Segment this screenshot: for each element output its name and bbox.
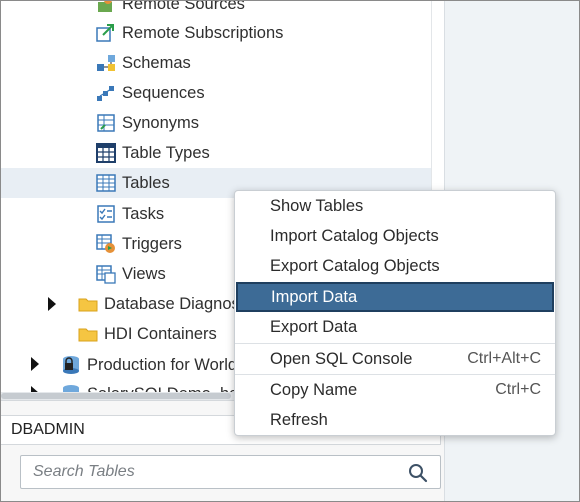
schemas-icon [96,53,116,73]
menu-item-export-catalog-objects[interactable]: Export Catalog Objects [235,251,555,281]
menu-item-open-sql-console[interactable]: Open SQL Console Ctrl+Alt+C [235,344,555,374]
menu-item-label: Open SQL Console [270,349,413,368]
views-icon [96,264,116,284]
menu-item-shortcut: Ctrl+C [495,381,541,398]
tree-node-hdi-containers[interactable]: HDI Containers [78,319,217,349]
tree-node-remote-subscriptions[interactable]: Remote Subscriptions [96,18,283,48]
search-icon[interactable] [408,463,428,483]
remote-subscriptions-icon [96,23,116,43]
tree-node-remote-sources[interactable]: Remote Sources [96,1,245,19]
folder-icon [78,324,98,344]
tree-node-triggers[interactable]: Triggers [96,229,182,259]
tree-node-label: Tasks [122,204,165,223]
tree-node-salary-database[interactable]: SalarySQLDemo_ha [61,379,238,393]
tree-node-label: Synonyms [122,113,200,132]
tree-node-sequences[interactable]: Sequences [96,78,205,108]
menu-item-label: Refresh [270,410,328,429]
tree-node-label: Production for World [87,355,238,374]
search-tables-input[interactable]: Search Tables [20,455,441,489]
tree-node-label: Sequences [122,83,205,102]
tree-node-label: HDI Containers [104,324,217,343]
tree-node-table-types[interactable]: Table Types [96,138,210,168]
menu-item-import-data[interactable]: Import Data [236,282,554,312]
search-placeholder: Search Tables [33,463,135,480]
tree-node-label: Table Types [122,143,210,162]
expand-arrow-icon[interactable] [31,357,39,371]
menu-item-import-catalog-objects[interactable]: Import Catalog Objects [235,221,555,251]
tree-node-label: Schemas [122,53,191,72]
table-types-icon [96,143,116,163]
tree-node-label: Remote Subscriptions [122,23,284,42]
context-menu: Show Tables Import Catalog Objects Expor… [234,190,556,436]
tree-node-label: Triggers [122,234,182,253]
scrollbar-thumb[interactable] [1,393,231,399]
tree-node-label: Remote Sources [122,1,245,13]
database-locked-icon [61,355,81,375]
menu-item-show-tables[interactable]: Show Tables [235,191,555,221]
remote-sources-icon [96,1,116,14]
menu-item-label: Export Catalog Objects [270,256,440,275]
menu-item-shortcut: Ctrl+Alt+C [467,350,541,367]
tree-node-label: Tables [122,173,170,192]
tree-node-synonyms[interactable]: Synonyms [96,108,199,138]
synonyms-icon [96,113,116,133]
tree-node-production-database[interactable]: Production for World [61,350,237,380]
folder-icon [78,294,98,314]
tasks-icon [96,204,116,224]
triggers-icon [96,234,116,254]
tree-node-label: Views [122,264,166,283]
tree-node-views[interactable]: Views [96,259,166,289]
expand-arrow-icon[interactable] [48,297,56,311]
menu-item-copy-name[interactable]: Copy Name Ctrl+C [235,375,555,405]
menu-item-refresh[interactable]: Refresh [235,405,555,435]
menu-item-label: Export Data [270,317,358,336]
menu-item-label: Import Catalog Objects [270,226,439,245]
tree-node-tasks[interactable]: Tasks [96,199,164,229]
tree-node-schemas[interactable]: Schemas [96,48,191,78]
tables-icon [96,173,116,193]
menu-item-label: Import Data [271,287,358,306]
sequences-icon [96,83,116,103]
menu-item-label: Copy Name [270,380,358,399]
menu-item-label: Show Tables [270,196,364,215]
menu-item-export-data[interactable]: Export Data [235,312,555,342]
